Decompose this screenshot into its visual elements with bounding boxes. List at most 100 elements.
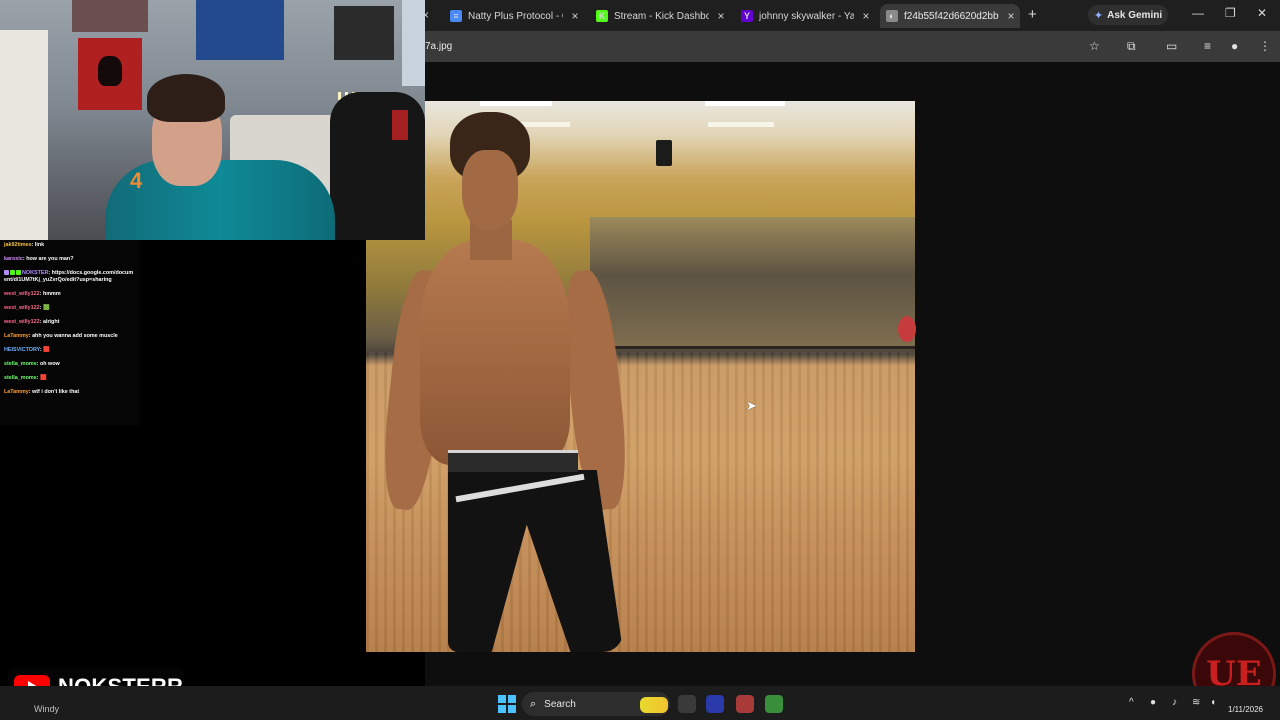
chat-username[interactable]: LaTammy bbox=[4, 389, 29, 395]
minimize-icon[interactable]: — bbox=[1192, 6, 1204, 20]
chat-message: west_willy122: hmmm bbox=[4, 291, 136, 298]
gym-mirror-wall bbox=[590, 217, 915, 349]
media-control-icon[interactable]: ≡ bbox=[1204, 39, 1211, 53]
chat-message: west_willy122: 🟩 bbox=[4, 305, 136, 312]
person-waistband bbox=[448, 450, 578, 472]
weather-widget[interactable]: Windy bbox=[34, 704, 59, 714]
split-view-icon[interactable]: ▭ bbox=[1166, 39, 1177, 53]
chat-badge-icon bbox=[4, 270, 9, 276]
webcam-streamer-hair bbox=[147, 74, 225, 122]
tab-close-icon[interactable]: × bbox=[1005, 9, 1017, 23]
chat-text: 🟥 bbox=[39, 375, 47, 381]
volume-icon[interactable]: ◖ bbox=[1210, 697, 1216, 708]
docs-icon: ≡ bbox=[450, 10, 462, 22]
tab-title: f24b55f42d6620d2bb0 bbox=[904, 10, 999, 22]
chat-text: alright bbox=[42, 319, 60, 325]
tab-close-icon[interactable]: × bbox=[860, 9, 872, 23]
extensions-icon[interactable]: ⧉ bbox=[1127, 39, 1136, 54]
webcam-poster bbox=[334, 6, 394, 60]
chrome-icon[interactable] bbox=[765, 695, 783, 713]
chat-badge-icon bbox=[10, 270, 15, 276]
webcam-door bbox=[0, 30, 48, 240]
tray-app-icon[interactable]: ● bbox=[1150, 697, 1156, 708]
window-close-icon[interactable]: ✕ bbox=[1257, 6, 1267, 20]
chat-message: LaTammy: wtf i don't like that bbox=[4, 389, 136, 396]
tab-title: Stream - Kick Dashboard bbox=[614, 10, 709, 22]
tab-title: johnny skywalker - Yaho bbox=[759, 10, 854, 22]
exercise-ball bbox=[898, 316, 916, 342]
media-app-icon[interactable] bbox=[736, 695, 754, 713]
start-button[interactable] bbox=[498, 695, 516, 713]
profile-avatar-icon[interactable]: ● bbox=[1231, 39, 1238, 53]
menu-kebab-icon[interactable]: ⋮ bbox=[1259, 39, 1271, 53]
chat-badge-icon bbox=[16, 270, 21, 276]
search-highlight-art bbox=[640, 697, 668, 713]
webcam-poster bbox=[72, 0, 148, 32]
tab-close-icon[interactable]: × bbox=[569, 9, 581, 23]
chat-username[interactable]: stella_moms bbox=[4, 375, 37, 381]
browser-tab[interactable]: Yjohnny skywalker - Yaho × bbox=[735, 4, 877, 28]
chat-text: hmmm bbox=[42, 291, 61, 297]
ask-gemini-button[interactable]: ✦ Ask Gemini bbox=[1088, 5, 1168, 25]
search-icon: ⌕ bbox=[530, 697, 537, 710]
ceiling-light bbox=[480, 101, 552, 106]
chat-message: LaTammy: ahh you wanna add some muscle bbox=[4, 333, 136, 340]
browser-toolbar: 7a.jpg ☆ ⧉ ▭ ≡ ● ⋮ bbox=[425, 31, 1280, 62]
chat-username[interactable]: NOKSTER bbox=[22, 270, 48, 276]
ceiling-light bbox=[708, 122, 774, 127]
chat-username[interactable]: stella_moms bbox=[4, 361, 37, 367]
chat-username[interactable]: karoxic bbox=[4, 256, 23, 262]
chat-username[interactable]: west_willy122 bbox=[4, 305, 40, 311]
webcam-chair bbox=[330, 92, 425, 240]
chat-text: oh wow bbox=[39, 361, 60, 367]
ceiling-light bbox=[705, 101, 785, 106]
bookmark-star-icon[interactable]: ☆ bbox=[1089, 39, 1100, 53]
wall-speaker bbox=[656, 140, 672, 166]
webcam-overlay: 4 bbox=[0, 0, 425, 240]
chat-username[interactable]: LaTammy bbox=[4, 333, 29, 339]
chat-username[interactable]: jak92times bbox=[4, 242, 32, 248]
chat-text: how are you man? bbox=[26, 256, 74, 262]
person-head bbox=[462, 150, 518, 230]
webcam-flag-emblem bbox=[98, 56, 122, 86]
chat-message: NOKSTER: https://docs.google.com/documen… bbox=[4, 270, 136, 284]
chat-username[interactable]: west_willy122 bbox=[4, 291, 40, 297]
wifi-icon[interactable]: ≋ bbox=[1192, 697, 1200, 708]
file-explorer-icon[interactable] bbox=[678, 695, 696, 713]
gemini-star-icon: ✦ bbox=[1093, 9, 1104, 22]
globe-icon: ◐ bbox=[886, 10, 898, 22]
address-bar[interactable]: 7a.jpg bbox=[425, 41, 452, 52]
clock-date[interactable]: 1/11/2026 bbox=[1228, 705, 1263, 714]
person-torso bbox=[420, 240, 570, 465]
chat-text: wtf i don't like that bbox=[32, 389, 80, 395]
restore-icon[interactable]: ❐ bbox=[1225, 6, 1236, 20]
chat-message: karoxic: how are you man? bbox=[4, 256, 136, 263]
search-label: Search bbox=[544, 698, 576, 710]
tab-title: Natty Plus Protocol - Go bbox=[468, 10, 563, 22]
tab-close-icon[interactable]: × bbox=[715, 9, 727, 23]
browser-tab[interactable]: K Stream - Kick Dashboard × bbox=[590, 4, 732, 28]
chat-message: stella_moms: 🟥 bbox=[4, 375, 136, 382]
new-tab-button[interactable]: + bbox=[1028, 6, 1037, 23]
microphone-icon[interactable]: ♪ bbox=[1172, 697, 1177, 708]
mouse-cursor-icon: ➤ bbox=[746, 398, 757, 413]
yahoo-icon: Y bbox=[741, 10, 753, 22]
chat-username[interactable]: HEISVICTORY bbox=[4, 347, 40, 353]
webcam-window bbox=[402, 0, 425, 86]
chat-message: jak92times: link bbox=[4, 242, 136, 249]
chat-text: 🟥 bbox=[43, 347, 50, 353]
tray-overflow-icon[interactable]: ^ bbox=[1129, 697, 1134, 708]
chat-message: stella_moms: oh wow bbox=[4, 361, 136, 368]
browser-tab[interactable]: ≡ Natty Plus Protocol - Go × bbox=[444, 4, 586, 28]
kick-icon: K bbox=[596, 10, 608, 22]
chat-message: west_willy122: alright bbox=[4, 319, 136, 326]
assistant-icon[interactable] bbox=[706, 695, 724, 713]
chat-overlay: jak92times: link karoxic: how are you man… bbox=[0, 240, 140, 425]
webcam-jersey-number: 4 bbox=[130, 168, 143, 193]
chat-text: 🟩 bbox=[42, 305, 50, 311]
ask-gemini-label: Ask Gemini bbox=[1107, 9, 1163, 21]
browser-tab[interactable]: ◐ f24b55f42d6620d2bb0 × bbox=[880, 4, 1020, 28]
chat-text: ahh you wanna add some muscle bbox=[32, 333, 118, 339]
chat-username[interactable]: west_willy122 bbox=[4, 319, 40, 325]
chat-message: HEISVICTORY: 🟥 bbox=[4, 347, 136, 354]
